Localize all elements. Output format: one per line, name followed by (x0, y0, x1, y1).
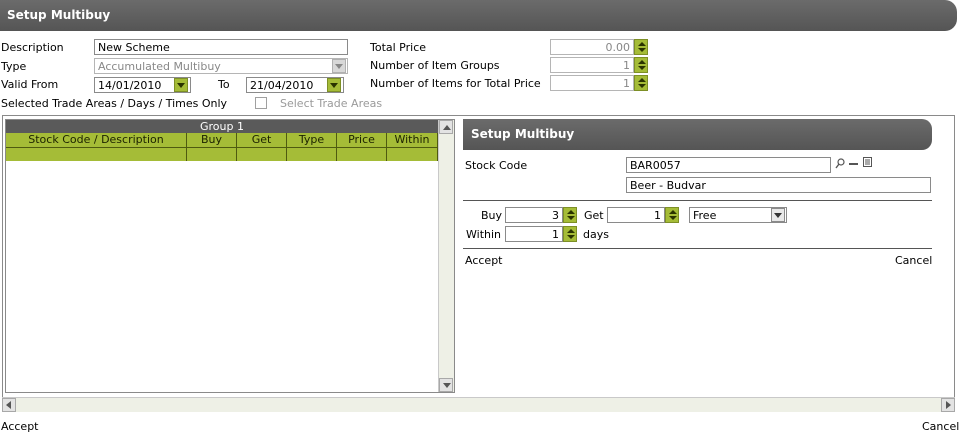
grid-col-price[interactable]: Price (337, 133, 387, 147)
table-row[interactable] (6, 147, 438, 161)
sub-accept-button[interactable]: Accept (465, 254, 503, 267)
items-total-label: Number of Items for Total Price (370, 77, 541, 90)
buy-spinner-icon[interactable] (563, 207, 577, 223)
get-input[interactable] (607, 207, 665, 223)
grid-vertical-scrollbar[interactable] (438, 120, 454, 392)
within-spinner-icon[interactable] (563, 226, 577, 242)
horizontal-scrollbar[interactable] (2, 397, 955, 412)
dash-icon[interactable] (849, 158, 859, 169)
grid-col-type[interactable]: Type (287, 133, 337, 147)
list-icon[interactable] (863, 157, 873, 168)
sub-panel-title: Setup Multibuy (471, 127, 575, 141)
get-spinner-icon[interactable] (665, 207, 679, 223)
type-dropdown-icon[interactable] (332, 59, 346, 73)
grid-col-buy[interactable]: Buy (187, 133, 237, 147)
grid-col-get[interactable]: Get (237, 133, 287, 147)
magnifier-icon[interactable] (835, 158, 845, 169)
to-label: To (218, 78, 230, 91)
total-price-label: Total Price (370, 41, 427, 54)
total-price-input[interactable] (550, 39, 634, 55)
valid-from-calendar-icon[interactable] (174, 78, 188, 92)
grid-col-within[interactable]: Within (387, 133, 438, 147)
within-input[interactable] (505, 226, 563, 242)
items-grid: Group 1 Stock Code / Description Buy Get… (5, 119, 455, 393)
divider (463, 248, 932, 249)
scroll-right-icon[interactable] (941, 398, 955, 412)
buy-input[interactable] (505, 207, 563, 223)
reward-type-dropdown-icon[interactable] (771, 208, 785, 222)
sub-cancel-button[interactable]: Cancel (895, 254, 932, 267)
divider (463, 200, 932, 201)
description-label: Description (1, 41, 64, 54)
item-groups-label: Number of Item Groups (370, 59, 500, 72)
sub-panel-header: Setup Multibuy (463, 119, 932, 150)
grid-col-stock-code[interactable]: Stock Code / Description (6, 133, 187, 147)
grid-group-title: Group 1 (6, 120, 438, 133)
selected-trade-areas-label: Selected Trade Areas / Days / Times Only (1, 97, 228, 110)
days-label: days (583, 228, 609, 241)
type-select[interactable]: Accumulated Multibuy (94, 58, 348, 74)
within-label: Within (466, 228, 502, 241)
page-header: Setup Multibuy (0, 0, 957, 31)
type-select-value: Accumulated Multibuy (98, 60, 221, 73)
scroll-down-icon[interactable] (439, 378, 453, 392)
stock-description-input[interactable] (626, 177, 931, 193)
valid-to-calendar-icon[interactable] (327, 78, 341, 92)
accept-button[interactable]: Accept (1, 420, 39, 433)
item-groups-spinner-icon[interactable] (634, 57, 648, 73)
reward-type-value: Free (693, 209, 717, 222)
valid-from-label: Valid From (1, 78, 59, 91)
page-title: Setup Multibuy (7, 8, 111, 22)
cancel-button[interactable]: Cancel (922, 420, 959, 433)
scroll-up-icon[interactable] (439, 120, 453, 134)
items-total-input[interactable] (550, 75, 634, 91)
total-price-spinner-icon[interactable] (634, 39, 648, 55)
stock-code-label: Stock Code (465, 159, 528, 172)
items-total-spinner-icon[interactable] (634, 75, 648, 91)
stock-code-input[interactable] (626, 157, 831, 173)
grid-header-row: Stock Code / Description Buy Get Type Pr… (6, 133, 438, 147)
type-label: Type (1, 60, 27, 73)
scroll-left-icon[interactable] (2, 398, 16, 412)
buy-label: Buy (481, 209, 503, 222)
get-label: Get (584, 209, 604, 222)
description-input[interactable] (94, 39, 348, 55)
item-groups-input[interactable] (550, 57, 634, 73)
selected-trade-areas-checkbox[interactable] (255, 97, 267, 109)
select-trade-areas-link[interactable]: Select Trade Areas (280, 97, 382, 110)
